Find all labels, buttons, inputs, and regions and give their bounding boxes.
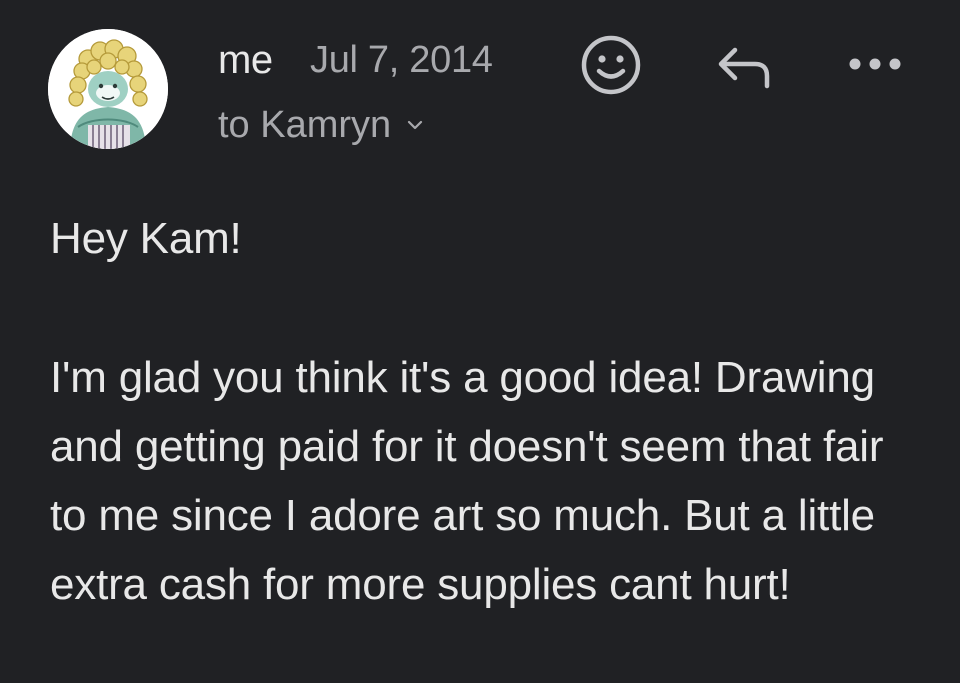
reply-button[interactable] [712, 38, 778, 94]
sender-name[interactable]: me [218, 36, 273, 84]
message-date: Jul 7, 2014 [310, 39, 493, 81]
message-header: me Jul 7, 2014 to Kamryn [0, 0, 960, 170]
message-paragraph: I'm glad you think it's a good idea! Dra… [50, 353, 884, 609]
more-horizontal-icon [849, 58, 901, 70]
message-body: Hey Kam! I'm glad you think it's a good … [50, 204, 940, 619]
recipient-toggle[interactable]: to Kamryn [218, 100, 425, 150]
smiley-face-icon [581, 35, 641, 95]
add-reaction-button[interactable] [578, 32, 644, 98]
avatar-illustration [48, 29, 168, 149]
reply-arrow-icon [718, 47, 770, 89]
recipient-label: to Kamryn [218, 104, 392, 146]
message-greeting: Hey Kam! [50, 214, 242, 263]
sender-avatar[interactable] [48, 29, 168, 149]
more-options-button[interactable] [842, 44, 908, 84]
chevron-down-icon [408, 120, 423, 130]
